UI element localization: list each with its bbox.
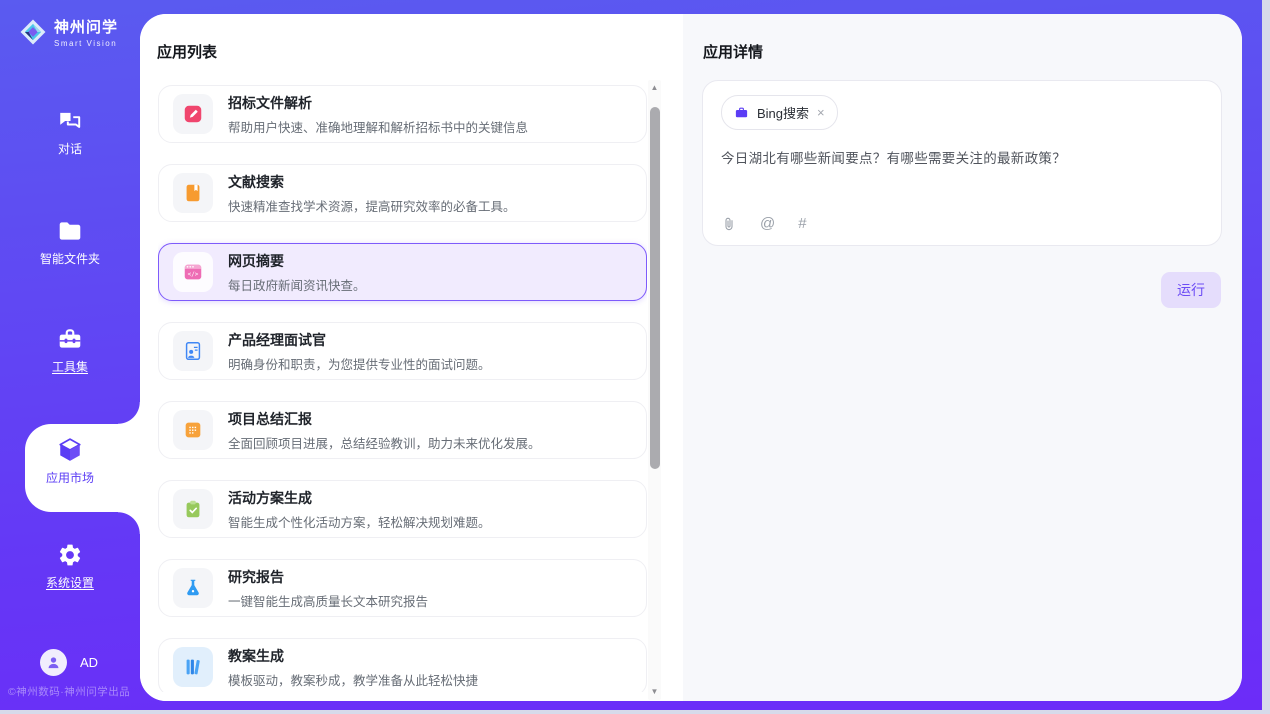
sidebar-item-label: 系统设置 [46,574,94,591]
tool-chip-label: Bing搜索 [757,103,809,122]
app-title: 教案生成 [228,646,478,666]
app-title: 招标文件解析 [228,93,528,113]
brand-logo: 神州问学 Smart Vision [20,16,118,48]
edit-document-icon [182,103,204,125]
app-card-event-plan[interactable]: 活动方案生成 智能生成个性化活动方案，轻松解决规划难题。 [158,480,647,538]
diamond-logo-icon [20,19,46,45]
web-code-icon: </> [182,261,204,283]
query-text: 今日湖北有哪些新闻要点？有哪些需要关注的最新政策？ [721,147,1203,167]
app-list-panel: 应用列表 招标文件解析 帮助用户快速、准确地理解和解析招标书中的关键信息 [140,14,683,701]
app-desc: 每日政府新闻资讯快查。 [228,275,366,294]
interviewer-doc-icon [182,340,204,362]
tool-chip-bing-search[interactable]: Bing搜索 × [721,95,838,130]
app-icon-tile [173,489,213,529]
app-card-list: 招标文件解析 帮助用户快速、准确地理解和解析招标书中的关键信息 文献搜索 快速精… [158,85,647,692]
app-card-project-summary[interactable]: 项目总结汇报 全面回顾项目进展，总结经验教训，助力未来优化发展。 [158,401,647,459]
brand-title: 神州问学 [54,16,118,37]
app-title: 研究报告 [228,567,428,587]
copyright-footer: ©神州数码·神州问学出品 [8,684,130,699]
app-title: 活动方案生成 [228,488,491,508]
sidebar-item-toolset[interactable]: 工具集 [0,326,140,375]
app-desc: 明确身份和职责，为您提供专业性的面试问题。 [228,354,491,373]
scroll-down-arrow-icon[interactable]: ▼ [648,686,661,698]
app-title: 网页摘要 [228,251,366,271]
scrollbar-thumb[interactable] [650,107,660,469]
bubble-fillet [118,512,140,534]
list-scrollbar: ▲ ▼ [648,80,661,700]
app-detail-title: 应用详情 [703,41,763,62]
prompt-input[interactable]: Bing搜索 × 今日湖北有哪些新闻要点？有哪些需要关注的最新政策？ @ # [702,80,1222,246]
app-list-title: 应用列表 [157,41,217,62]
attachment-toolbar: @ # [721,215,807,232]
chat-icon [57,108,83,134]
app-desc: 帮助用户快速、准确地理解和解析招标书中的关键信息 [228,117,528,136]
app-frame: 神州问学 Smart Vision 对话 智能文件夹 [0,0,1262,710]
sidebar-item-label: 工具集 [52,358,88,375]
user-account[interactable]: AD [40,649,98,676]
app-desc: 一键智能生成高质量长文本研究报告 [228,591,428,610]
books-icon [182,656,204,678]
avatar [40,649,67,676]
app-card-pm-interviewer[interactable]: 产品经理面试官 明确身份和职责，为您提供专业性的面试问题。 [158,322,647,380]
sidebar-item-label: 应用市场 [46,469,94,486]
close-icon[interactable]: × [817,106,825,119]
app-card-research-report[interactable]: 研究报告 一键智能生成高质量长文本研究报告 [158,559,647,617]
app-card-bid-parse[interactable]: 招标文件解析 帮助用户快速、准确地理解和解析招标书中的关键信息 [158,85,647,143]
paperclip-icon[interactable] [721,216,737,232]
app-icon-tile [173,331,213,371]
svg-text:</>: </> [188,271,199,278]
user-initials: AD [80,655,98,670]
app-desc: 快速精准查找学术资源，提高研究效率的必备工具。 [228,196,516,215]
app-card-web-summary[interactable]: </> 网页摘要 每日政府新闻资讯快查。 [158,243,647,301]
app-icon-tile [173,94,213,134]
app-desc: 全面回顾项目进展，总结经验教训，助力未来优化发展。 [228,433,541,452]
research-flask-icon [182,577,204,599]
app-icon-tile [173,647,213,687]
sidebar-item-settings[interactable]: 系统设置 [0,542,140,591]
gear-icon [57,542,83,568]
scroll-up-arrow-icon[interactable]: ▲ [648,82,661,94]
toolbox-icon [57,326,83,352]
clipboard-check-icon [182,498,204,520]
brand-subtitle: Smart Vision [54,39,118,48]
run-button[interactable]: 运行 [1161,272,1221,308]
app-desc: 模板驱动，教案秒成，教学准备从此轻松快捷 [228,670,478,689]
app-card-literature-search[interactable]: 文献搜索 快速精准查找学术资源，提高研究效率的必备工具。 [158,164,647,222]
app-title: 文献搜索 [228,172,516,192]
sidebar-item-smart-folder[interactable]: 智能文件夹 [0,218,140,267]
app-title: 产品经理面试官 [228,330,491,350]
sidebar-item-chat[interactable]: 对话 [0,108,140,157]
note-icon [182,419,204,441]
book-icon [182,182,204,204]
app-title: 项目总结汇报 [228,409,541,429]
sidebar-item-label: 对话 [58,140,82,157]
briefcase-icon [734,105,749,120]
bubble-fillet [118,402,140,424]
app-icon-tile: </> [173,252,213,292]
person-icon [45,654,62,671]
cube-icon [57,437,83,463]
app-desc: 智能生成个性化活动方案，轻松解决规划难题。 [228,512,491,531]
main-content: 应用列表 招标文件解析 帮助用户快速、准确地理解和解析招标书中的关键信息 [140,14,1242,701]
sidebar-item-app-market[interactable]: 应用市场 [0,437,140,486]
app-card-lesson-plan[interactable]: 教案生成 模板驱动，教案秒成，教学准备从此轻松快捷 [158,638,647,692]
mention-icon[interactable]: @ [760,215,775,232]
app-detail-panel: 应用详情 Bing搜索 × 今日湖北有哪些新闻要点？有哪些需要关注的最新政策？ … [683,14,1242,701]
app-icon-tile [173,568,213,608]
sidebar-item-label: 智能文件夹 [40,250,100,267]
app-icon-tile [173,410,213,450]
hashtag-icon[interactable]: # [798,215,806,232]
app-icon-tile [173,173,213,213]
folder-icon [57,218,83,244]
sidebar: 神州问学 Smart Vision 对话 智能文件夹 [0,0,140,710]
